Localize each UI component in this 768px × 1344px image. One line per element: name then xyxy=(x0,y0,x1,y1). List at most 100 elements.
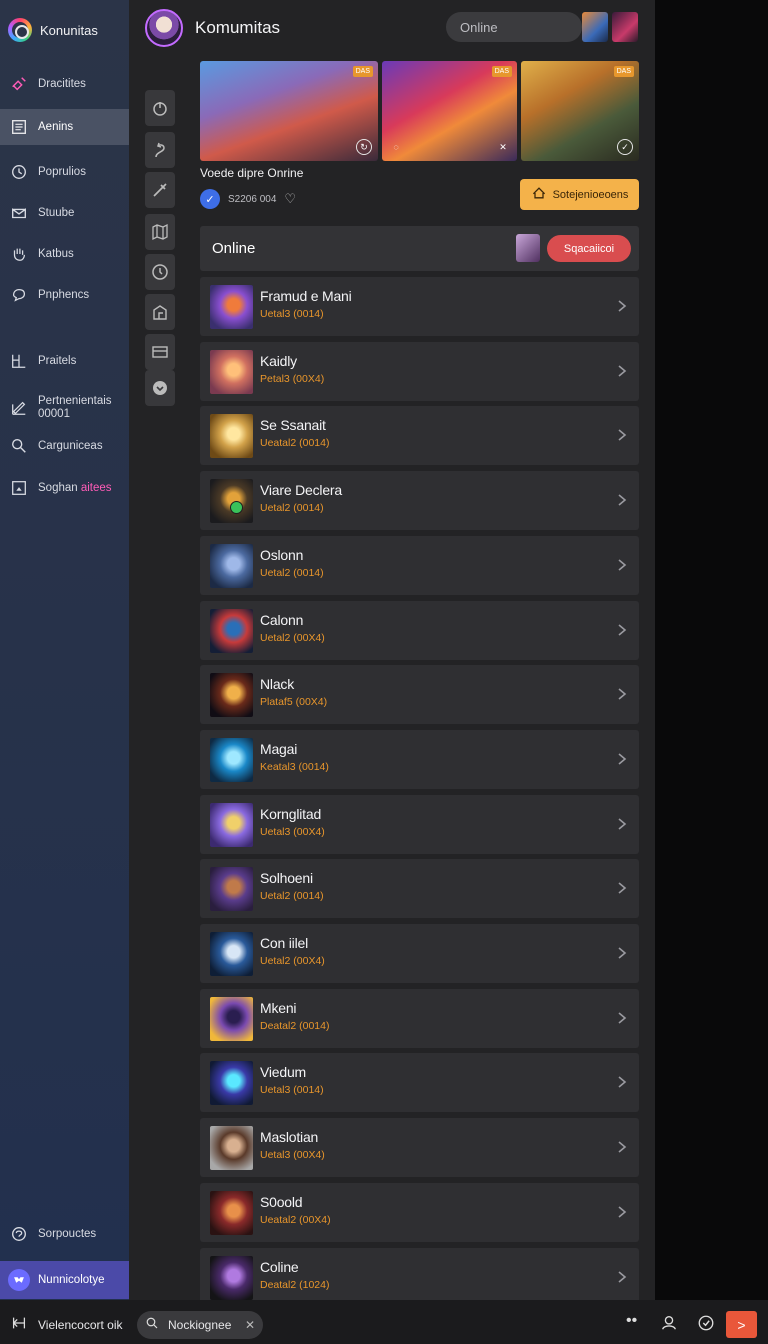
game-row[interactable]: Con iilel Uetal2 (00X4) xyxy=(200,924,639,983)
play-icon[interactable]: ◌ xyxy=(388,139,404,155)
history-button[interactable] xyxy=(145,254,175,290)
chevron-right-icon[interactable] xyxy=(615,879,629,897)
sidebar-item-1[interactable]: Aenins xyxy=(0,109,129,145)
online-section-header: Online Sqacaiicoi xyxy=(200,226,639,271)
featured-action-button[interactable]: Sotejenioeoens xyxy=(520,179,639,210)
chevron-right-icon[interactable] xyxy=(615,1073,629,1091)
game-row[interactable]: Framud e Mani Uetal3 (0014) xyxy=(200,277,639,336)
route-button[interactable] xyxy=(145,132,175,168)
sidebar-item-label: Pertnenientais xyxy=(38,395,112,407)
gallery-icon xyxy=(152,346,168,358)
game-row[interactable]: Calonn Uetal2 (00X4) xyxy=(200,601,639,660)
chevron-right-icon[interactable] xyxy=(615,1203,629,1221)
header-game-thumb[interactable] xyxy=(582,12,608,42)
game-row[interactable]: Nlack Plataf5 (00X4) xyxy=(200,665,639,724)
settings-button[interactable] xyxy=(145,370,175,406)
game-status: Uetal2 (0014) xyxy=(260,890,324,902)
search-icon xyxy=(10,437,28,455)
game-name: Framud e Mani xyxy=(260,288,352,304)
chevron-right-icon[interactable] xyxy=(615,621,629,639)
game-thumbnail xyxy=(210,1126,253,1170)
bottom-left-action[interactable]: Vielencocort oik xyxy=(10,1314,123,1335)
clear-icon[interactable]: ✕ xyxy=(245,1318,255,1332)
verified-icon: ✓ xyxy=(200,189,220,209)
online-user-avatar[interactable] xyxy=(516,234,540,262)
sidebar-item-0[interactable]: Dracitites xyxy=(0,66,129,102)
sidebar-item-7[interactable]: Pertnenientais 00001 xyxy=(0,388,129,428)
chevron-right-icon[interactable] xyxy=(615,944,629,962)
sidebar-item-6[interactable]: Praitels xyxy=(0,343,129,379)
sidebar-item-label-group: Pertnenientais 00001 xyxy=(38,395,112,421)
expand-icon xyxy=(10,1314,28,1335)
sidebar-item-9[interactable]: Soghan aitees xyxy=(0,470,129,506)
compass-icon[interactable] xyxy=(697,1314,715,1332)
game-thumbnail xyxy=(210,350,253,394)
game-thumbnail xyxy=(210,867,253,911)
featured-count: S2206 004 xyxy=(228,193,277,205)
gallery-button[interactable] xyxy=(145,334,175,370)
chevron-right-icon[interactable] xyxy=(615,1009,629,1027)
tools-button[interactable] xyxy=(145,172,175,208)
bottom-search-input[interactable]: Nockiognee ✕ xyxy=(137,1311,263,1339)
game-row[interactable]: Viare Declera Uetal2 (0014) xyxy=(200,471,639,530)
search-icon xyxy=(145,1316,160,1334)
map-button[interactable] xyxy=(145,214,175,250)
game-name: Kornglitad xyxy=(260,806,322,822)
share-icon[interactable]: ↻ xyxy=(356,139,372,155)
game-thumbnail xyxy=(210,544,253,588)
game-row[interactable]: Mkeni Deatal2 (0014) xyxy=(200,989,639,1048)
heart-icon[interactable]: ♡ xyxy=(284,191,296,207)
more-icon[interactable]: •• xyxy=(626,1312,637,1330)
go-button[interactable]: > xyxy=(726,1311,757,1338)
game-row[interactable]: S0oold Ueatal2 (00X4) xyxy=(200,1183,639,1242)
featured-card[interactable]: DAS ✓ xyxy=(521,61,639,161)
game-row[interactable]: Kornglitad Uetal3 (00X4) xyxy=(200,795,639,854)
featured-tag: DAS xyxy=(613,66,634,77)
featured-tag: DAS xyxy=(352,66,373,77)
game-row[interactable]: Solhoeni Uetal2 (0014) xyxy=(200,859,639,918)
user-icon[interactable] xyxy=(660,1314,678,1332)
sidebar-item-label: Aenins xyxy=(38,121,74,133)
chevron-right-icon[interactable] xyxy=(615,815,629,833)
chevron-right-icon[interactable] xyxy=(615,362,629,380)
house-button[interactable] xyxy=(145,294,175,330)
sidebar-item-8[interactable]: Carguniceas xyxy=(0,428,129,464)
layout-icon xyxy=(10,352,28,370)
game-row[interactable]: Oslonn Uetal2 (0014) xyxy=(200,536,639,595)
game-thumbnail xyxy=(210,1191,253,1235)
game-thumbnail xyxy=(210,285,253,329)
sidebar-item-sublabel: 00001 xyxy=(38,408,70,420)
game-row[interactable]: Maslotian Uetal3 (00X4) xyxy=(200,1118,639,1177)
chevron-right-icon[interactable] xyxy=(615,297,629,315)
sidebar-item-2[interactable]: Poprulios xyxy=(0,154,129,190)
game-status: Keatal3 (0014) xyxy=(260,761,329,773)
game-row[interactable]: Kaidly Petal3 (00X4) xyxy=(200,342,639,401)
chevron-right-icon[interactable] xyxy=(615,556,629,574)
community-avatar[interactable] xyxy=(145,9,183,47)
online-action-button[interactable]: Sqacaiicoi xyxy=(547,235,631,262)
close-icon[interactable]: ✕ xyxy=(495,139,511,155)
featured-card[interactable]: DAS ◌ ✕ xyxy=(382,61,517,161)
header-game-thumb[interactable] xyxy=(612,12,638,42)
chevron-right-icon[interactable] xyxy=(615,1268,629,1286)
game-row[interactable]: Magai Keatal3 (0014) xyxy=(200,730,639,789)
game-row[interactable]: Viedum Uetal3 (0014) xyxy=(200,1053,639,1112)
chevron-right-icon[interactable] xyxy=(615,491,629,509)
chevron-right-icon[interactable] xyxy=(615,1138,629,1156)
chevron-right-icon[interactable] xyxy=(615,426,629,444)
game-status: Plataf5 (00X4) xyxy=(260,696,328,708)
brand[interactable]: Konunitas xyxy=(8,18,98,42)
check-icon[interactable]: ✓ xyxy=(617,139,633,155)
sidebar-community[interactable]: Nunnicolotye xyxy=(0,1261,129,1299)
sidebar-item-3[interactable]: Stuube xyxy=(0,195,129,231)
sidebar-item-4[interactable]: Katbus xyxy=(0,236,129,272)
status-search-field[interactable]: Online xyxy=(446,12,582,42)
game-row[interactable]: Se Ssanait Ueatal2 (0014) xyxy=(200,406,639,465)
sidebar-item-5[interactable]: Pnphencs xyxy=(0,277,129,313)
sidebar-support[interactable]: Sorpouctes xyxy=(0,1216,129,1252)
chevron-right-icon[interactable] xyxy=(615,685,629,703)
featured-card[interactable]: DAS ↻ xyxy=(200,61,378,161)
power-button[interactable] xyxy=(145,90,175,126)
game-row[interactable]: Coline Deatal2 (1024) xyxy=(200,1248,639,1307)
chevron-right-icon[interactable] xyxy=(615,750,629,768)
